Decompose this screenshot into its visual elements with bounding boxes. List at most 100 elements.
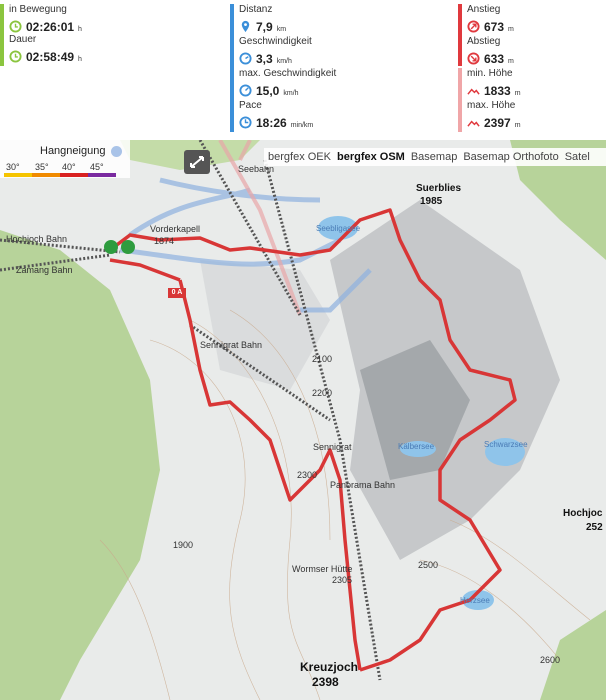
- duration-value: 02:58:49: [26, 50, 75, 64]
- descent: Abstieg 633 m: [467, 36, 514, 66]
- duration: Dauer 02:58:49 h: [9, 34, 82, 64]
- mountain-icon: [467, 88, 480, 95]
- layer-bergfex-oek[interactable]: bergfex OEK: [268, 151, 331, 163]
- place-elevation: 1874: [154, 236, 175, 246]
- peak-elevation: 1985: [420, 196, 443, 207]
- layer-basemap[interactable]: Basemap: [411, 151, 457, 163]
- contour-label: 2500: [418, 560, 439, 570]
- layer-satellite[interactable]: Satel: [565, 151, 590, 163]
- legend-degree: 40°: [62, 162, 76, 172]
- contour-label: 2600: [540, 655, 561, 665]
- hut-elevation: 2305: [332, 575, 353, 585]
- legend-bar-35: [32, 173, 60, 177]
- pace-value: 18:26: [256, 116, 287, 130]
- speed: Geschwindigkeit 3,3 km/h: [239, 36, 312, 66]
- lake-label: Herzsee: [460, 596, 490, 605]
- pin-icon: [241, 20, 250, 33]
- elevation-range-bar: [458, 68, 462, 132]
- place-label: Sennigrat: [313, 442, 352, 452]
- mountain-icon: [467, 120, 480, 127]
- contour-label: 2200: [312, 388, 333, 398]
- fullscreen-button[interactable]: [184, 150, 210, 174]
- legend-title: Hangneigung: [40, 145, 106, 157]
- peak-elevation: 2398: [312, 675, 339, 689]
- clock-icon: [9, 50, 22, 63]
- max-elevation: max. Höhe 2397 m: [467, 100, 521, 130]
- speed-icon: [239, 84, 252, 97]
- speed-unit: km/h: [276, 58, 292, 65]
- max-speed-unit: km/h: [283, 90, 299, 97]
- stats-panel: in Bewegung 02:26:01 h Dauer 02:58:49 h …: [0, 0, 606, 138]
- speed-value: 3,3: [256, 52, 273, 66]
- max-speed-value: 15,0: [256, 84, 280, 98]
- max-speed-label: max. Geschwindigkeit: [239, 68, 337, 79]
- peak-elevation: 252: [586, 522, 603, 533]
- lift-label: Zamang Bahn: [16, 265, 73, 275]
- distance-label: Distanz: [239, 4, 273, 15]
- ascent-value: 673: [484, 20, 505, 34]
- descent-value: 633: [484, 52, 505, 66]
- lift-label: Hochjoch Bahn: [6, 234, 68, 244]
- ascent-icon: [467, 20, 480, 33]
- lake-label: Schwarzsee: [484, 440, 528, 449]
- pace-unit: min/km: [290, 122, 314, 129]
- slope-legend: Hangneigung 30° 35° 40° 45°: [0, 140, 130, 178]
- map-background: [0, 140, 606, 700]
- distance-value: 7,9: [256, 20, 273, 34]
- legend-bar-30: [4, 173, 32, 177]
- distance: Distanz 7,9 km: [239, 4, 286, 34]
- start-icon[interactable]: [104, 240, 118, 254]
- hut-label: Wormser Hütte: [292, 564, 353, 574]
- moving-time-label: in Bewegung: [9, 4, 67, 15]
- max-speed: max. Geschwindigkeit 15,0 km/h: [239, 68, 336, 98]
- map-canvas[interactable]: Suerblies 1985 Kreuzjoch 2398 Hochjoc 25…: [0, 140, 606, 700]
- lake-label: Seebligasee: [316, 224, 361, 233]
- lift-label: Sennigrat Bahn: [200, 340, 263, 350]
- distance-stats: Distanz 7,9 km Geschwindigkeit 3,3 km/h …: [230, 4, 450, 132]
- time-color-bar: [0, 4, 4, 66]
- ascent-label: Anstieg: [467, 4, 501, 15]
- contour-label: 2100: [312, 354, 333, 364]
- legend-degree: 35°: [35, 162, 49, 172]
- pace-label: Pace: [239, 100, 262, 111]
- distance-unit: km: [276, 26, 287, 33]
- expand-icon: [190, 156, 204, 168]
- contour-label: 1900: [173, 540, 194, 550]
- peak-name: Hochjoc: [563, 508, 603, 519]
- legend-degree: 30°: [6, 162, 20, 172]
- layer-bergfex-osm[interactable]: bergfex OSM: [337, 151, 405, 163]
- min-elevation: min. Höhe 1833 m: [467, 68, 521, 98]
- elevation-stats: Anstieg 673 m Abstieg 633 m min. Höhe 18…: [458, 4, 606, 132]
- finish-icon[interactable]: [121, 240, 135, 254]
- min-elevation-label: min. Höhe: [467, 68, 513, 79]
- elevation-color-bar: [458, 4, 462, 66]
- legend-toggle-icon[interactable]: [111, 146, 122, 157]
- max-elevation-label: max. Höhe: [467, 100, 516, 111]
- distance-color-bar: [230, 4, 234, 132]
- time-stats: in Bewegung 02:26:01 h Dauer 02:58:49 h: [0, 4, 220, 132]
- duration-unit: h: [78, 56, 82, 63]
- pace-icon: [239, 116, 252, 129]
- descent-label: Abstieg: [467, 36, 501, 47]
- moving-time-unit: h: [78, 26, 82, 33]
- layer-basemap-orthofoto[interactable]: Basemap Orthofoto: [463, 151, 558, 163]
- peak-name: Kreuzjoch: [300, 660, 359, 674]
- legend-bar-40: [60, 173, 88, 177]
- legend-bar-45: [88, 173, 116, 177]
- speed-label: Geschwindigkeit: [239, 36, 312, 47]
- contour-label: 2300: [297, 470, 318, 480]
- min-elevation-value: 1833: [484, 84, 511, 98]
- place-label: Vorderkapell: [150, 224, 201, 234]
- max-elevation-value: 2397: [484, 116, 511, 130]
- pace: Pace 18:26 min/km: [239, 100, 313, 130]
- moving-time: in Bewegung 02:26:01 h: [9, 4, 82, 34]
- duration-label: Dauer: [9, 34, 37, 45]
- moving-time-value: 02:26:01: [26, 20, 75, 34]
- start-marker[interactable]: 0 A: [168, 288, 186, 298]
- descent-unit: m: [508, 58, 514, 65]
- speed-icon: [239, 52, 252, 65]
- max-elevation-unit: m: [514, 122, 521, 129]
- legend-degree: 45°: [90, 162, 104, 172]
- lake-label: Kälbersee: [398, 442, 435, 451]
- peak-name: Suerblies: [416, 183, 462, 194]
